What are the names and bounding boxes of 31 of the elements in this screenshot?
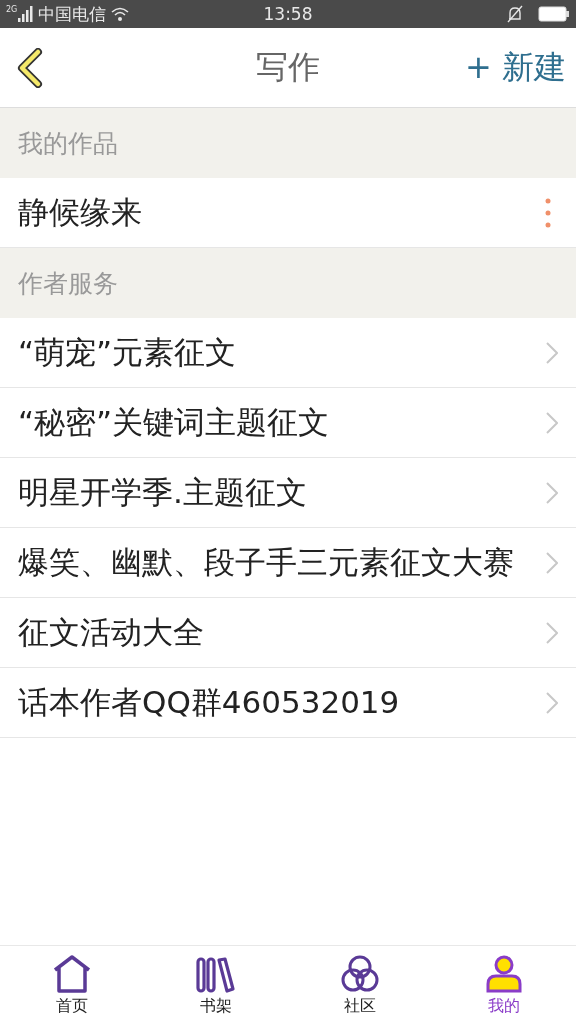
section-title: 作者服务 [18,267,118,300]
tab[interactable]: 书架 [144,946,288,1024]
list-item[interactable]: 征文活动大全 [18,611,204,654]
page-title: 写作 [255,46,321,88]
section-title: 我的作品 [18,127,118,160]
chevron-icon [546,691,558,714]
chevron-icon [546,341,558,364]
battery-icon [538,6,570,22]
list-item[interactable]: 明星开学季.主题征文 [18,471,307,514]
new-link[interactable]: + 新建 [465,45,566,90]
chevron-icon [546,481,558,504]
list-item[interactable]: 静候缘来 [18,191,142,234]
wifi-icon [110,6,131,22]
tab[interactable]: 首页 [0,946,144,1024]
list-item[interactable]: 话本作者QQ群460532019 [18,681,400,724]
carrier-name: 中国电信 [38,2,107,26]
network-type: 2G [6,5,18,14]
list-item[interactable]: “秘密”关键词主题征文 [18,401,330,444]
circles-icon [339,953,381,994]
tab[interactable]: 社区 [288,946,432,1024]
clock-time: 13:58 [262,4,314,24]
home-icon [51,953,93,994]
bell-off-icon [506,5,524,23]
chevron-icon [546,551,558,574]
chevron-icon [546,621,558,644]
chevron-icon [546,411,558,434]
list-item[interactable]: 爆笑、幽默、段子手三元素征文大赛 [18,541,514,584]
back-icon[interactable] [16,47,44,88]
tab[interactable]: 我的 [432,946,576,1024]
list-item[interactable]: “萌宠”元素征文 [18,331,237,374]
signal-icon [18,6,35,22]
